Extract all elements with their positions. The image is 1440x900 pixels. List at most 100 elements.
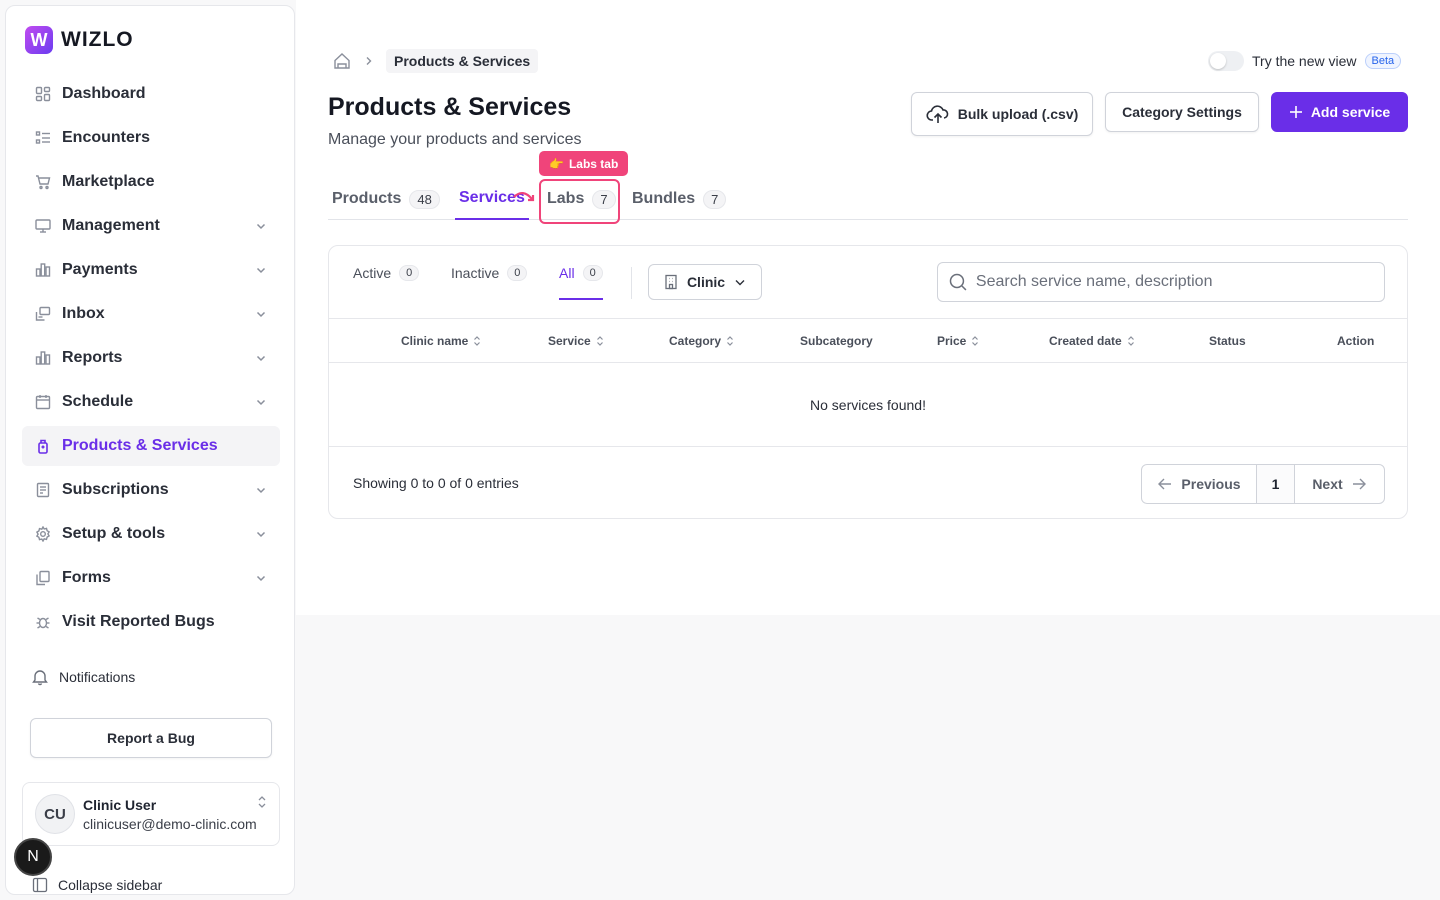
list-icon [34,129,52,147]
column-label: Service [548,334,591,348]
notifications-link[interactable]: Notifications [31,668,135,686]
next-page-button[interactable]: Next [1295,465,1384,503]
empty-state-text: No services found! [810,396,926,413]
cart-icon [34,173,52,191]
chevron-down-icon [256,399,266,406]
sidebar-item-label: Setup & tools [62,525,166,542]
filter-tab-all[interactable]: All 0 [559,246,603,300]
chevron-down-icon [735,280,745,286]
column-header-clinic-name[interactable]: Clinic name [401,319,481,363]
category-settings-button[interactable]: Category Settings [1105,92,1259,132]
pagination: Previous 1 Next [1141,464,1385,504]
sidebar-item-forms[interactable]: Forms [22,558,280,598]
sidebar-item-subscriptions[interactable]: Subscriptions [22,470,280,510]
chevron-down-icon [256,311,266,318]
chevron-down-icon [256,355,266,362]
pointing-hand-icon: 👉 [549,156,564,171]
column-label: Price [937,334,967,348]
sidebar-item-encounters[interactable]: Encounters [22,118,280,158]
sidebar-item-label: Forms [62,569,111,586]
search-box[interactable] [937,262,1385,302]
filter-tab-active[interactable]: Active 0 [353,246,420,300]
entries-summary: Showing 0 to 0 of 0 entries [353,475,519,491]
sidebar-item-management[interactable]: Management [22,206,280,246]
sidebar-item-label: Payments [62,261,138,278]
bulk-upload-button[interactable]: Bulk upload (.csv) [911,92,1093,136]
sidebar-item-label: Schedule [62,393,134,410]
add-service-button[interactable]: Add service [1271,92,1408,132]
clinic-filter-label: Clinic [686,274,726,290]
sort-icon [726,336,734,346]
bar-chart-icon [34,349,52,367]
tab-labs[interactable]: Labs 7 [543,178,620,220]
grid-icon [34,85,52,103]
bottle-icon [34,437,52,455]
user-menu[interactable]: CU Clinic User clinicuser@demo-clinic.co… [22,782,280,846]
sidebar-item-payments[interactable]: Payments [22,250,280,290]
search-input[interactable] [975,273,1374,291]
clinic-filter-dropdown[interactable]: Clinic [648,264,762,300]
sidebar-item-visit-reported-bugs[interactable]: Visit Reported Bugs [22,602,280,642]
plus-icon [1289,106,1302,118]
logo[interactable]: WIZLO [25,26,134,54]
chevron-down-icon [256,575,266,582]
sidebar-item-products-services[interactable]: Products & Services [22,426,280,466]
filter-tab-inactive[interactable]: Inactive 0 [451,246,528,300]
column-header-category[interactable]: Category [669,319,734,363]
add-service-label: Add service [1310,104,1391,120]
column-header-subcategory: Subcategory [800,319,873,363]
sidebar-item-marketplace[interactable]: Marketplace [22,162,280,202]
column-header-service[interactable]: Service [548,319,604,363]
sidebar-item-reports[interactable]: Reports [22,338,280,378]
sidebar-item-label: Encounters [62,129,151,146]
chevron-down-icon [256,223,266,230]
tab-label: Products [332,190,402,207]
sidebar-item-label: Subscriptions [62,481,169,498]
page-subtitle: Manage your products and services [328,131,582,148]
sidebar-item-label: Management [62,217,160,234]
sidebar-item-inbox[interactable]: Inbox [22,294,280,334]
toggle-switch[interactable] [1208,51,1244,71]
user-name: Clinic User [83,796,157,813]
column-header-status: Status [1209,319,1246,363]
highlight-arrow-icon [513,192,535,202]
sidebar-item-label: Reports [62,349,123,366]
column-header-action: Action [1337,319,1374,363]
collapse-sidebar-label: Collapse sidebar [58,877,163,893]
column-label: Subcategory [800,334,873,348]
logo-text: WIZLO [61,28,134,51]
home-icon[interactable] [332,51,352,71]
dev-tools-badge[interactable]: N [14,838,52,876]
empty-state: No services found! [329,363,1407,447]
sidebar-item-dashboard[interactable]: Dashboard [22,74,280,114]
sidebar-item-setup-tools[interactable]: Setup & tools [22,514,280,554]
user-info: Clinic User clinicuser@demo-clinic.com [83,797,265,832]
column-label: Status [1209,334,1246,348]
tab-label: Labs [547,190,585,207]
sort-icon [596,336,604,346]
column-header-created-date[interactable]: Created date [1049,319,1135,363]
sidebar-item-label: Products & Services [62,437,218,454]
services-table-card: Active 0 Inactive 0 All 0 Clinic Clinic … [328,245,1408,519]
page-number-button[interactable]: 1 [1257,465,1295,503]
previous-page-button[interactable]: Previous [1142,465,1257,503]
tab-products[interactable]: Products 48 [328,178,444,220]
new-view-toggle[interactable]: Try the new view Beta [1208,51,1402,71]
sidebar-item-schedule[interactable]: Schedule [22,382,280,422]
tab-bundles[interactable]: Bundles 7 [628,178,730,220]
gear-icon [34,525,52,543]
column-header-price[interactable]: Price [937,319,979,363]
column-label: Action [1337,334,1375,348]
tab-count: 7 [703,189,727,209]
arrow-left-icon [1158,478,1172,490]
chevron-down-icon [256,487,266,494]
report-bug-button[interactable]: Report a Bug [30,718,272,758]
bar-chart-icon [34,261,52,279]
avatar: CU [35,794,75,834]
filter-tab-count: 0 [399,265,420,281]
table-header: Clinic name Service Category Subcategory… [329,318,1407,363]
filter-tab-label: Active [353,265,392,281]
sidebar-item-label: Inbox [62,305,105,322]
page-title: Products & Services [328,93,572,121]
collapse-sidebar-button[interactable]: Collapse sidebar [32,877,162,893]
